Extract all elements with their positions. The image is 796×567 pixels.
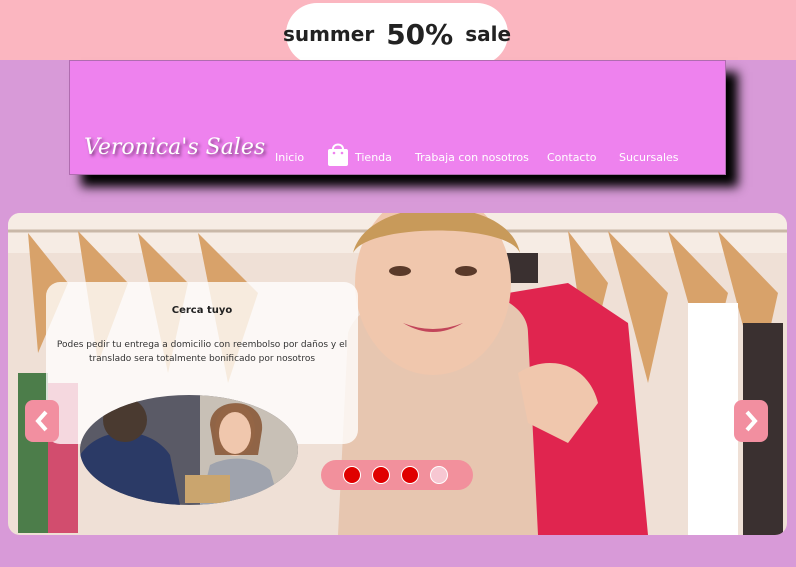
promo-suffix: sale [465, 22, 512, 46]
promo-badge: summer 50% sale [282, 3, 512, 65]
nav-sucursales[interactable]: Sucursales [619, 151, 679, 164]
slider-pagination [321, 460, 473, 490]
shopping-bag-icon[interactable] [325, 141, 351, 167]
promo-percent: 50% [386, 17, 454, 51]
nav-contacto[interactable]: Contacto [547, 151, 597, 164]
brand-logo[interactable]: Veronica's Sales [84, 135, 265, 160]
slider-prev-button[interactable] [25, 400, 59, 442]
nav-inicio[interactable]: Inicio [275, 151, 304, 164]
slider-dot-2[interactable] [372, 466, 390, 484]
slider-dot-4[interactable] [430, 466, 448, 484]
slider-next-button[interactable] [734, 400, 768, 442]
chevron-left-icon [35, 410, 48, 432]
nav-tienda[interactable]: Tienda [355, 151, 392, 164]
slide-text: Podes pedir tu entrega a domicilio con r… [56, 340, 348, 364]
slider-dot-3[interactable] [401, 466, 419, 484]
slide-title: Cerca tuyo [171, 305, 233, 316]
slider-dot-1[interactable] [343, 466, 361, 484]
site-header: Veronica's Sales Inicio Tienda Trabaja c… [69, 60, 726, 175]
delivery-photo [80, 395, 298, 505]
chevron-right-icon [745, 410, 758, 432]
promo-prefix: summer [282, 22, 375, 46]
nav-trabaja-con-nosotros[interactable]: Trabaja con nosotros [415, 151, 529, 164]
